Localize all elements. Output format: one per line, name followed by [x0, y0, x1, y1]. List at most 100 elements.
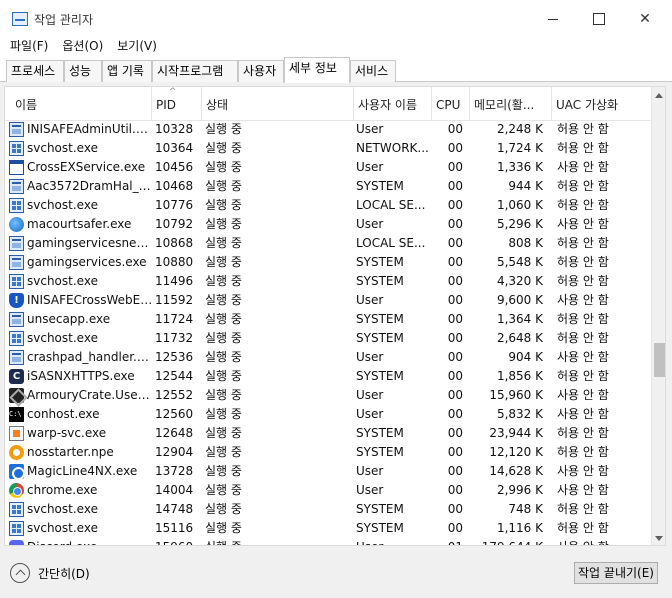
- menu-bar: 파일(F) 옵션(O) 보기(V): [0, 38, 672, 56]
- process-memory: 15,960 K: [489, 388, 543, 402]
- column-header: 이름 ^ PID 상태 사용자 이름 CPU 메모리(활... UAC 가상화: [5, 87, 651, 121]
- tab-app-history[interactable]: 앱 기록: [102, 60, 152, 82]
- table-row[interactable]: ! INISAFECrossWebEX... 11592 실행 중 User 00 9,60…: [5, 291, 651, 310]
- table-row[interactable]: warp-svc.exe 12648 실행 중 SYSTEM 00 23,944 K 허용 …: [5, 424, 651, 443]
- process-user: SYSTEM: [356, 255, 404, 269]
- tab-details[interactable]: 세부 정보: [284, 57, 350, 83]
- table-row[interactable]: C:\ conhost.exe 12560 실행 중 User 00 5,832 K 사용 안…: [5, 405, 651, 424]
- process-memory: 23,944 K: [489, 426, 543, 440]
- process-name: chrome.exe: [27, 483, 98, 497]
- minimize-icon[interactable]: [530, 0, 576, 38]
- process-status: 실행 중: [205, 217, 242, 231]
- process-status: 실행 중: [205, 293, 242, 307]
- fewer-details-button[interactable]: 간단히(D): [10, 560, 90, 586]
- process-uac: 사용 안 함: [557, 217, 609, 231]
- scroll-down-icon[interactable]: [655, 536, 663, 541]
- table-row[interactable]: svchost.exe 11496 실행 중 SYSTEM 00 4,320 K 허용 안 …: [5, 272, 651, 291]
- process-memory: 5,296 K: [496, 217, 543, 231]
- column-user[interactable]: 사용자 이름: [353, 87, 431, 121]
- table-row[interactable]: ArmouryCrate.UserS... 12552 실행 중 User 00 15,9…: [5, 386, 651, 405]
- process-cpu: 00: [447, 198, 463, 212]
- column-name[interactable]: 이름: [11, 87, 151, 121]
- table-row[interactable]: CrossEXService.exe 10456 실행 중 User 00 1,336 K…: [5, 158, 651, 177]
- process-uac: 허용 안 함: [557, 255, 609, 269]
- process-cpu: 00: [447, 502, 463, 516]
- process-user: SYSTEM: [356, 426, 404, 440]
- process-status: 실행 중: [205, 502, 242, 516]
- tab-users[interactable]: 사용자: [238, 60, 284, 82]
- tab-startup[interactable]: 시작프로그램: [152, 60, 238, 82]
- table-row[interactable]: unsecapp.exe 11724 실행 중 SYSTEM 00 1,364 K 허용 안…: [5, 310, 651, 329]
- table-row[interactable]: CiSASNXHTTPS.exe 12544 실행 중 SYSTEM 00 1,856 K…: [5, 367, 651, 386]
- service-icon: [9, 141, 24, 156]
- close-icon[interactable]: ✕: [622, 0, 668, 38]
- service-icon: [9, 502, 24, 517]
- process-uac: 허용 안 함: [557, 369, 609, 383]
- column-pid[interactable]: PID: [151, 87, 201, 121]
- process-user: SYSTEM: [356, 312, 404, 326]
- service-icon: [9, 331, 24, 346]
- process-uac: 사용 안 함: [557, 160, 609, 174]
- vertical-scrollbar[interactable]: [651, 87, 665, 545]
- column-memory[interactable]: 메모리(활...: [469, 87, 551, 121]
- process-name: nosstarter.npe: [27, 445, 114, 459]
- title-bar[interactable]: 작업 관리자 ✕: [0, 0, 672, 38]
- footer: 간단히(D) 작업 끝내기(E): [0, 552, 672, 598]
- process-status: 실행 중: [205, 141, 242, 155]
- table-row[interactable]: INISAFEAdminUtil.exe 10328 실행 중 User 00 2,248…: [5, 120, 651, 139]
- column-cpu[interactable]: CPU: [431, 87, 469, 121]
- table-row[interactable]: gamingservicesnet.e... 10868 실행 중 LOCAL SE.…: [5, 234, 651, 253]
- process-memory: 2,648 K: [496, 331, 543, 345]
- process-pid: 11592: [155, 293, 194, 307]
- process-cpu: 00: [447, 141, 463, 155]
- process-pid: 12904: [155, 445, 194, 459]
- tab-performance[interactable]: 성능: [64, 60, 102, 82]
- process-pid: 13728: [155, 464, 194, 478]
- process-user: User: [356, 464, 384, 478]
- table-row[interactable]: Aac3572DramHal_x... 10468 실행 중 SYSTEM 00 944 …: [5, 177, 651, 196]
- column-status[interactable]: 상태: [201, 87, 353, 121]
- scroll-up-icon[interactable]: [655, 93, 663, 98]
- magicline-icon: [9, 464, 25, 480]
- maximize-icon[interactable]: [576, 0, 622, 38]
- process-memory: 179,644 K: [471, 538, 543, 545]
- window-icon: [9, 179, 24, 194]
- menu-file[interactable]: 파일(F): [10, 38, 48, 56]
- scroll-thumb[interactable]: [654, 343, 665, 377]
- table-row[interactable]: gamingservices.exe 10880 실행 중 SYSTEM 00 5,548…: [5, 253, 651, 272]
- table-row[interactable]: crashpad_handler.exe 12536 실행 중 User 00 904 K…: [5, 348, 651, 367]
- table-row[interactable]: Discord.exe15960실행 중User01 179,644 K 사용 안 …: [5, 538, 651, 545]
- process-name: MagicLine4NX.exe: [27, 464, 138, 478]
- table-row[interactable]: macourtsafer.exe 10792 실행 중 User 00 5,296 K 사용…: [5, 215, 651, 234]
- table-row[interactable]: MagicLine4NX.exe 13728 실행 중 User 00 14,628 K 사…: [5, 462, 651, 481]
- tab-processes[interactable]: 프로세스: [6, 60, 64, 82]
- process-status: 실행 중: [205, 312, 242, 326]
- process-status: 실행 중: [205, 407, 242, 421]
- table-row[interactable]: chrome.exe 14004 실행 중 User 00 2,996 K 사용 안 함: [5, 481, 651, 500]
- table-row[interactable]: svchost.exe 15116 실행 중 SYSTEM 00 1,116 K 허용 안 …: [5, 519, 651, 538]
- column-uac[interactable]: UAC 가상화: [551, 87, 651, 121]
- process-pid: 11724: [155, 312, 194, 326]
- end-task-button[interactable]: 작업 끝내기(E): [574, 562, 658, 584]
- process-name: macourtsafer.exe: [27, 217, 132, 231]
- window-icon: [9, 312, 24, 327]
- table-row[interactable]: svchost.exe 10776 실행 중 LOCAL SE... 00 1,060 K…: [5, 196, 651, 215]
- process-status: 실행 중: [205, 369, 242, 383]
- table-row[interactable]: svchost.exe 11732 실행 중 SYSTEM 00 2,648 K 허용 안 …: [5, 329, 651, 348]
- process-user: SYSTEM: [356, 274, 404, 288]
- process-name: INISAFECrossWebEX...: [27, 293, 153, 307]
- task-manager-window: 작업 관리자 ✕ 파일(F) 옵션(O) 보기(V) 프로세스 성능 앱 기록 …: [0, 0, 672, 598]
- process-uac: 허용 안 함: [557, 426, 609, 440]
- tab-services[interactable]: 서비스: [350, 60, 396, 82]
- process-status: 실행 중: [205, 160, 242, 174]
- process-pid: 10468: [155, 179, 194, 193]
- table-row[interactable]: svchost.exe 14748 실행 중 SYSTEM 00 748 K 허용 안 함: [5, 500, 651, 519]
- process-status: 실행 중: [205, 538, 353, 545]
- table-row[interactable]: nosstarter.npe 12904 실행 중 SYSTEM 00 12,120 K 허…: [5, 443, 651, 462]
- process-uac: 허용 안 함: [557, 198, 609, 212]
- table-row[interactable]: svchost.exe 10364 실행 중 NETWORK... 00 1,724 K 허…: [5, 139, 651, 158]
- menu-options[interactable]: 옵션(O): [62, 38, 103, 56]
- menu-view[interactable]: 보기(V): [117, 38, 157, 56]
- process-uac: 허용 안 함: [557, 236, 609, 250]
- process-status: 실행 중: [205, 236, 242, 250]
